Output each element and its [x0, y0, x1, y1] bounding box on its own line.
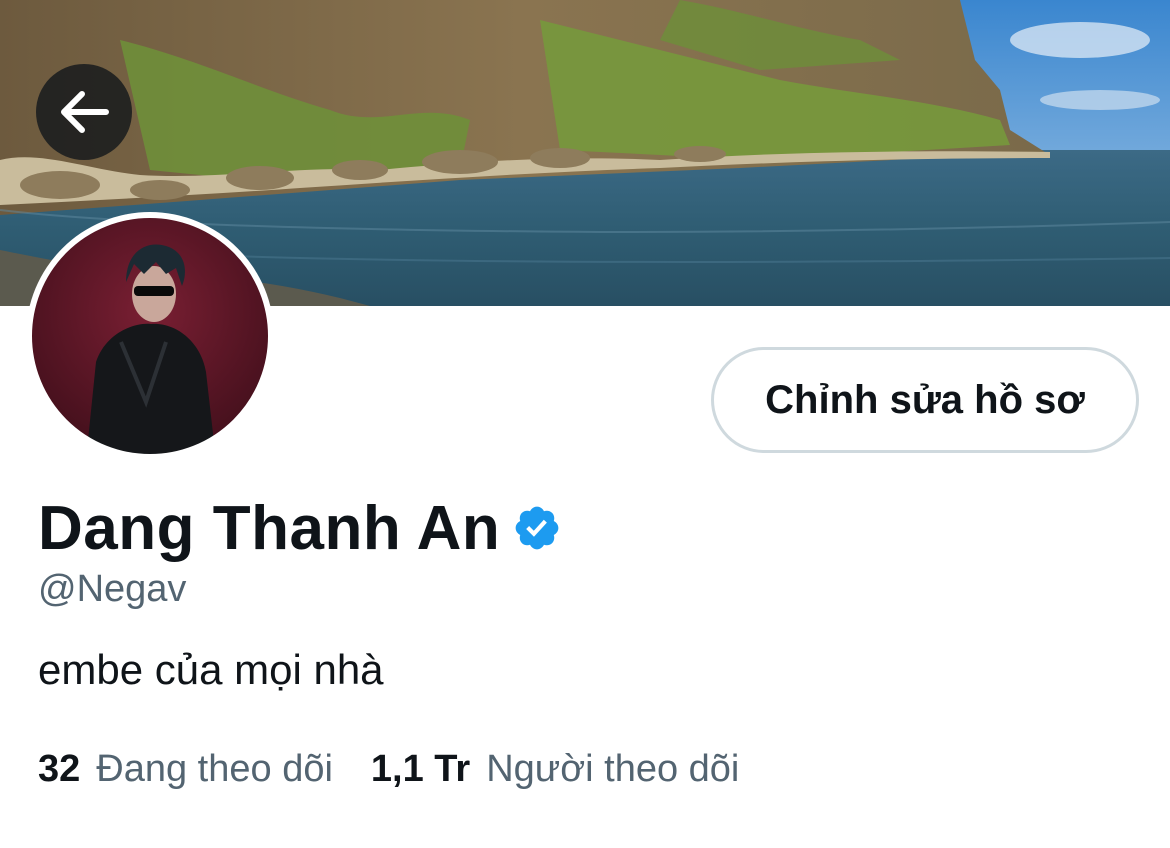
follow-stats: 32 Đang theo dõi 1,1 Tr Người theo dõi [38, 748, 739, 791]
display-name: Dang Thanh An [38, 493, 501, 563]
edit-profile-button[interactable]: Chỉnh sửa hồ sơ [711, 347, 1139, 453]
user-handle: @Negav [38, 568, 187, 610]
following-count: 32 [38, 748, 81, 790]
following-link[interactable]: 32 Đang theo dõi [38, 748, 333, 791]
avatar-image [28, 214, 272, 458]
back-button[interactable] [36, 64, 132, 160]
followers-count: 1,1 Tr [370, 748, 471, 790]
arrow-left-icon [61, 91, 109, 133]
followers-label: Người theo dõi [486, 748, 740, 790]
name-row: Dang Thanh An [38, 492, 562, 564]
following-label: Đang theo dõi [96, 748, 333, 790]
avatar[interactable] [26, 212, 274, 460]
profile-bio: embe của mọi nhà [38, 646, 384, 693]
verified-badge-icon[interactable] [512, 503, 562, 553]
followers-link[interactable]: 1,1 Tr Người theo dõi [371, 748, 739, 791]
